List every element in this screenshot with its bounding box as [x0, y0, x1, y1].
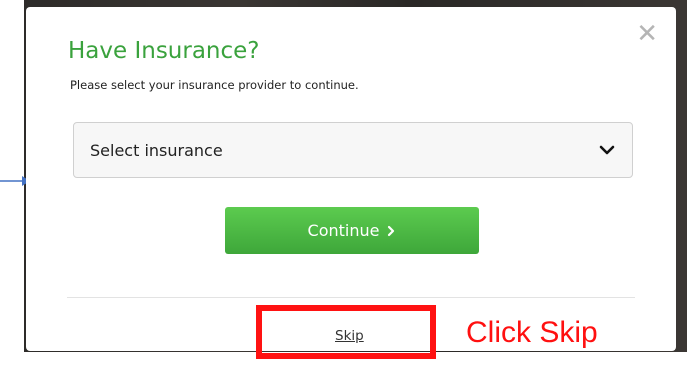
- modal-subtitle: Please select your insurance provider to…: [70, 78, 359, 92]
- click-skip-callout: Click Skip: [466, 316, 598, 349]
- page-margin-left: [0, 0, 24, 382]
- continue-button-label: Continue: [307, 220, 380, 240]
- skip-link[interactable]: Skip: [335, 328, 364, 344]
- close-icon[interactable]: ✕: [636, 21, 658, 47]
- chevron-down-icon: [599, 145, 615, 155]
- chevron-right-icon: [388, 225, 395, 236]
- modal-divider: [67, 297, 635, 298]
- insurance-modal: ✕ Have Insurance? Please select your ins…: [26, 7, 676, 351]
- modal-title: Have Insurance?: [68, 38, 260, 64]
- page-margin-bottom: [0, 352, 687, 382]
- insurance-select-value: Select insurance: [90, 141, 223, 160]
- insurance-select[interactable]: Select insurance: [73, 122, 633, 178]
- continue-button[interactable]: Continue: [225, 207, 479, 254]
